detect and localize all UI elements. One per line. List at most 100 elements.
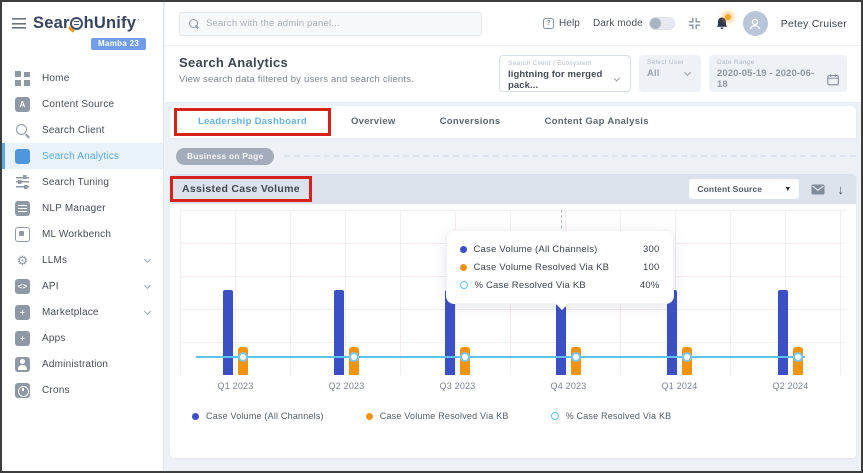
page-title: Search Analytics (179, 55, 414, 70)
tab-conversions[interactable]: Conversions (418, 106, 523, 138)
tab-content-gap-analysis[interactable]: Content Gap Analysis (522, 106, 670, 138)
x-axis-label: Q2 2024 (756, 381, 826, 391)
sidebar-item-ml-workbench[interactable]: ML Workbench (2, 221, 163, 247)
widget-title: Assisted Case Volume (182, 183, 300, 195)
brand-logo: SearhUnify´ (33, 14, 146, 33)
tab-overview[interactable]: Overview (329, 106, 418, 138)
hamburger-menu-icon[interactable] (12, 18, 26, 29)
api-icon: <> (15, 279, 30, 294)
marker-case-resolved-via-kb-q2-2024[interactable] (793, 352, 803, 362)
dark-mode-control: Dark mode (593, 17, 675, 30)
marketplace-icon: + (15, 305, 30, 320)
email-report-icon[interactable] (811, 184, 825, 195)
content-source-dropdown-value: Content Source (697, 184, 762, 194)
date-range-filter-label: Date Range (717, 59, 839, 66)
page-header: Search Analytics View search data filter… (165, 46, 861, 103)
brand-area: SearhUnify´ Mamba 23 (2, 2, 163, 55)
sidebar-item-llms[interactable]: ⚙ LLMs (2, 247, 163, 273)
topbar: ? Help Dark mode Petey Cruiser (165, 2, 861, 46)
help-label: Help (559, 18, 580, 29)
marker-case-resolved-via-kb-q4-2023[interactable] (571, 352, 581, 362)
sidebar-item-label: API (42, 281, 59, 292)
marker-case-resolved-via-kb-q3-2023[interactable] (460, 352, 470, 362)
sidebar-item-search-client[interactable]: Search Client (2, 117, 163, 143)
sidebar-item-apps[interactable]: +Apps (2, 325, 163, 351)
business-on-page-pill: Business on Page (176, 148, 274, 165)
tooltip-row: % Case Resolved Via KB40% (460, 276, 660, 294)
sidebar-item-label: Search Tuning (42, 177, 109, 188)
sidebar-item-home[interactable]: Home (2, 65, 163, 91)
sidebar-item-search-tuning[interactable]: Search Tuning (2, 169, 163, 195)
version-badge: Mamba 23 (91, 38, 146, 50)
dark-mode-label: Dark mode (593, 18, 643, 29)
sidebar-nav: HomeAContent Source Search Client Search A… (2, 65, 163, 403)
llms-icon: ⚙ (15, 253, 30, 268)
download-icon[interactable]: ↓ (837, 183, 844, 196)
tooltip-label: % Case Resolved Via KB (475, 280, 586, 291)
legend-dot-icon (551, 412, 559, 420)
line-pct-case-resolved (196, 356, 805, 358)
page-subtitle: View search data filtered by users and s… (179, 74, 414, 85)
x-axis-label: Q2 2023 (312, 381, 382, 391)
fullscreen-icon[interactable] (688, 17, 701, 30)
marker-case-resolved-via-kb-q2-2023[interactable] (349, 352, 359, 362)
sidebar-item-content-source[interactable]: AContent Source (2, 91, 163, 117)
content-source-dropdown[interactable]: Content Source ▼ (689, 179, 799, 199)
sidebar-item-nlp-manager[interactable]: NLP Manager (2, 195, 163, 221)
bar-case-volume-all-channels-q2-2023[interactable] (334, 290, 344, 375)
sidebar-item-api[interactable]: <> API (2, 273, 163, 299)
sidebar-item-label: Search Client (42, 125, 105, 136)
sidebar-item-crons[interactable]: Crons (2, 377, 163, 403)
sidebar: SearhUnify´ Mamba 23 HomeAContent Source… (2, 2, 164, 471)
sidebar-item-label: NLP Manager (42, 203, 106, 214)
date-range-filter[interactable]: Date Range 2020-05-19 - 2020-06-18 (709, 55, 847, 92)
sidebar-item-marketplace[interactable]: + Marketplace (2, 299, 163, 325)
tab-leadership-dashboard[interactable]: Leadership Dashboard (176, 106, 329, 138)
brand-text-left: Sear (33, 14, 70, 33)
user-name: Petey Cruiser (781, 18, 847, 30)
sidebar-item-label: Content Source (42, 99, 114, 110)
tooltip-label: Case Volume Resolved Via KB (474, 262, 610, 273)
filters: Search Client / Ecosystem lightning for … (499, 55, 847, 92)
bar-case-volume-all-channels-q2-2024[interactable] (778, 290, 788, 375)
help-button[interactable]: ? Help (543, 18, 580, 29)
legend-label: % Case Resolved Via KB (566, 411, 672, 421)
bar-case-volume-all-channels-q1-2023[interactable] (223, 290, 233, 375)
chart-tooltip: Case Volume (All Channels)300Case Volume… (446, 230, 674, 304)
search-tuning-icon (15, 175, 30, 190)
search-client-filter[interactable]: Search Client / Ecosystem lightning for … (499, 55, 631, 92)
chevron-down-icon (144, 281, 151, 288)
dark-mode-toggle[interactable] (649, 17, 675, 30)
apps-icon: + (15, 331, 30, 346)
select-user-filter-label: Select User (647, 59, 693, 66)
sidebar-item-search-analytics[interactable]: Search Analytics (2, 143, 163, 169)
sidebar-item-label: Administration (42, 359, 108, 370)
chart-plot-area: Q1 2023Q2 2023Q3 2023Q4 2023Q1 2024Q2 20… (180, 210, 846, 375)
admin-search-input[interactable] (206, 18, 473, 29)
notifications-bell-icon[interactable] (714, 16, 730, 32)
sidebar-item-label: LLMs (42, 255, 67, 266)
magnifier-logo-icon (70, 17, 83, 30)
sidebar-item-label: Search Analytics (42, 151, 119, 162)
admin-search[interactable] (179, 12, 482, 36)
tooltip-row: Case Volume Resolved Via KB100 (460, 258, 660, 276)
marker-case-resolved-via-kb-q1-2024[interactable] (682, 352, 692, 362)
legend-dot-icon (192, 413, 199, 420)
search-client-filter-label: Search Client / Ecosystem (508, 60, 622, 67)
legend-label: Case Volume Resolved Via KB (380, 411, 509, 421)
widget-controls: Content Source ▼ ↓ (689, 179, 844, 199)
search-icon (188, 18, 199, 29)
administration-icon (15, 357, 30, 372)
notification-dot (725, 14, 731, 20)
legend-item-case-resolved-via-kb: % Case Resolved Via KB (551, 411, 672, 421)
sidebar-item-label: Marketplace (42, 307, 99, 318)
series-dot-icon (460, 264, 467, 271)
sidebar-item-administration[interactable]: Administration (2, 351, 163, 377)
x-axis-label: Q3 2023 (423, 381, 493, 391)
assisted-case-volume-widget: Assisted Case Volume Content Source ▼ ↓ … (170, 174, 856, 458)
dropdown-arrow-icon: ▼ (784, 186, 791, 193)
user-avatar[interactable] (743, 11, 768, 36)
marker-case-resolved-via-kb-q1-2023[interactable] (238, 352, 248, 362)
series-dot-icon (460, 281, 468, 289)
select-user-filter[interactable]: Select User All (639, 55, 701, 92)
